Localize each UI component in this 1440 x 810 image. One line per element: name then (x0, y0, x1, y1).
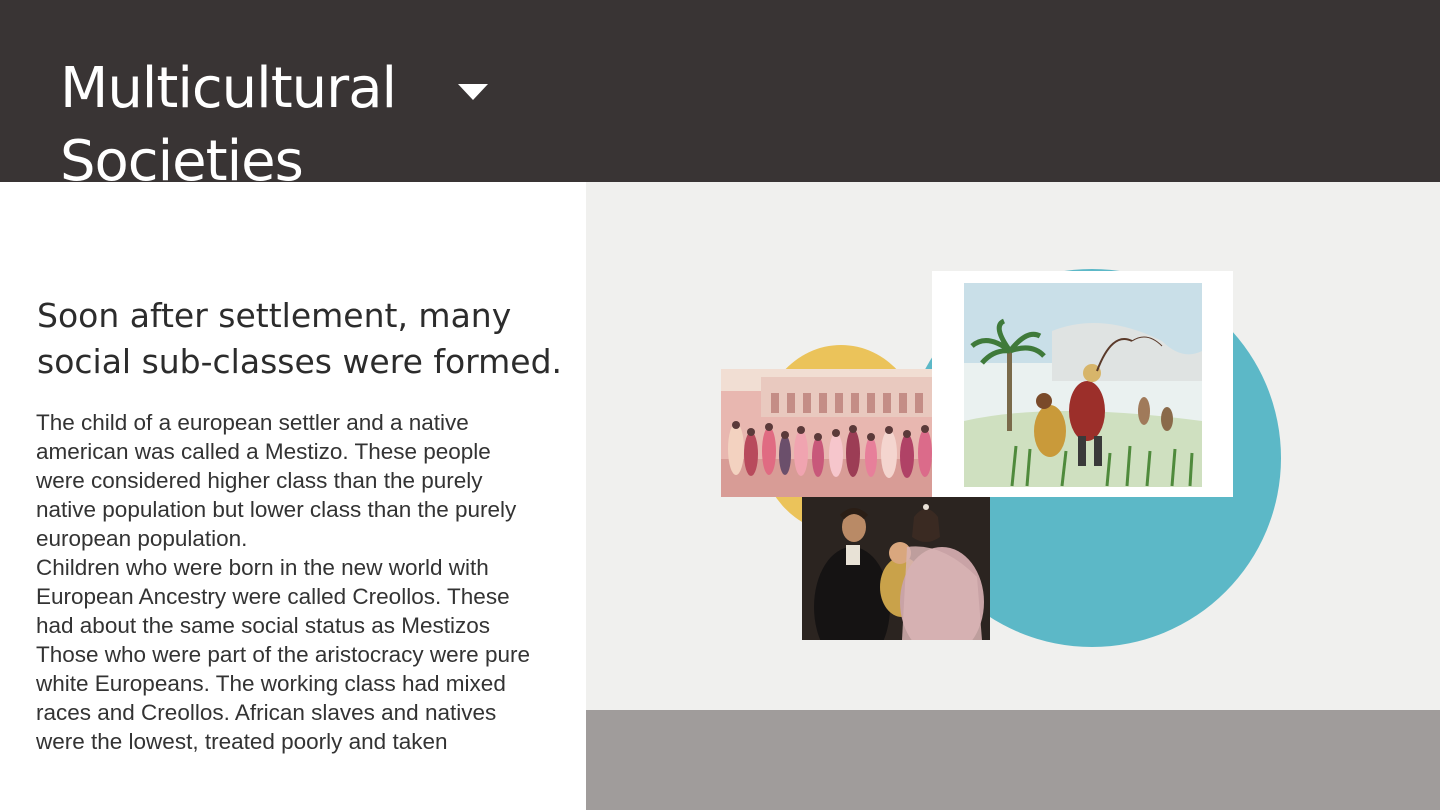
body-line: Children who were born in the new world … (36, 555, 489, 580)
body-line: were the lowest, treated poorly and take… (36, 729, 448, 754)
body-line: white Europeans. The working class had m… (36, 671, 506, 696)
body-line: European Ancestry were called Creollos. … (36, 584, 510, 609)
bottom-band (586, 710, 1440, 810)
body-line: native population but lower class than t… (36, 497, 517, 522)
body-line: american was called a Mestizo. These peo… (36, 439, 491, 464)
slide-title: Multicultural Societies (60, 52, 397, 198)
body-line: The child of a european settler and a na… (36, 410, 469, 435)
subtitle-line-1: Soon after settlement, many (37, 296, 512, 335)
body-text: The child of a european settler and a na… (36, 408, 581, 756)
slide-subtitle: Soon after settlement, many social sub-c… (37, 293, 577, 385)
body-line: had about the same social status as Mest… (36, 613, 490, 638)
body-line: races and Creollos. African slaves and n… (36, 700, 497, 725)
chevron-down-icon[interactable] (458, 84, 488, 100)
body-line: were considered higher class than the pu… (36, 468, 483, 493)
field-scene-image (932, 271, 1233, 497)
plaza-painting-image (721, 369, 934, 497)
family-portrait-image (802, 497, 990, 640)
title-line-1: Multicultural (60, 56, 397, 121)
subtitle-line-2: social sub-classes were formed. (37, 342, 563, 381)
header-bar: Multicultural Societies (0, 0, 1440, 194)
body-line: european population. (36, 526, 248, 551)
body-line: Those who were part of the aristocracy w… (36, 642, 530, 667)
